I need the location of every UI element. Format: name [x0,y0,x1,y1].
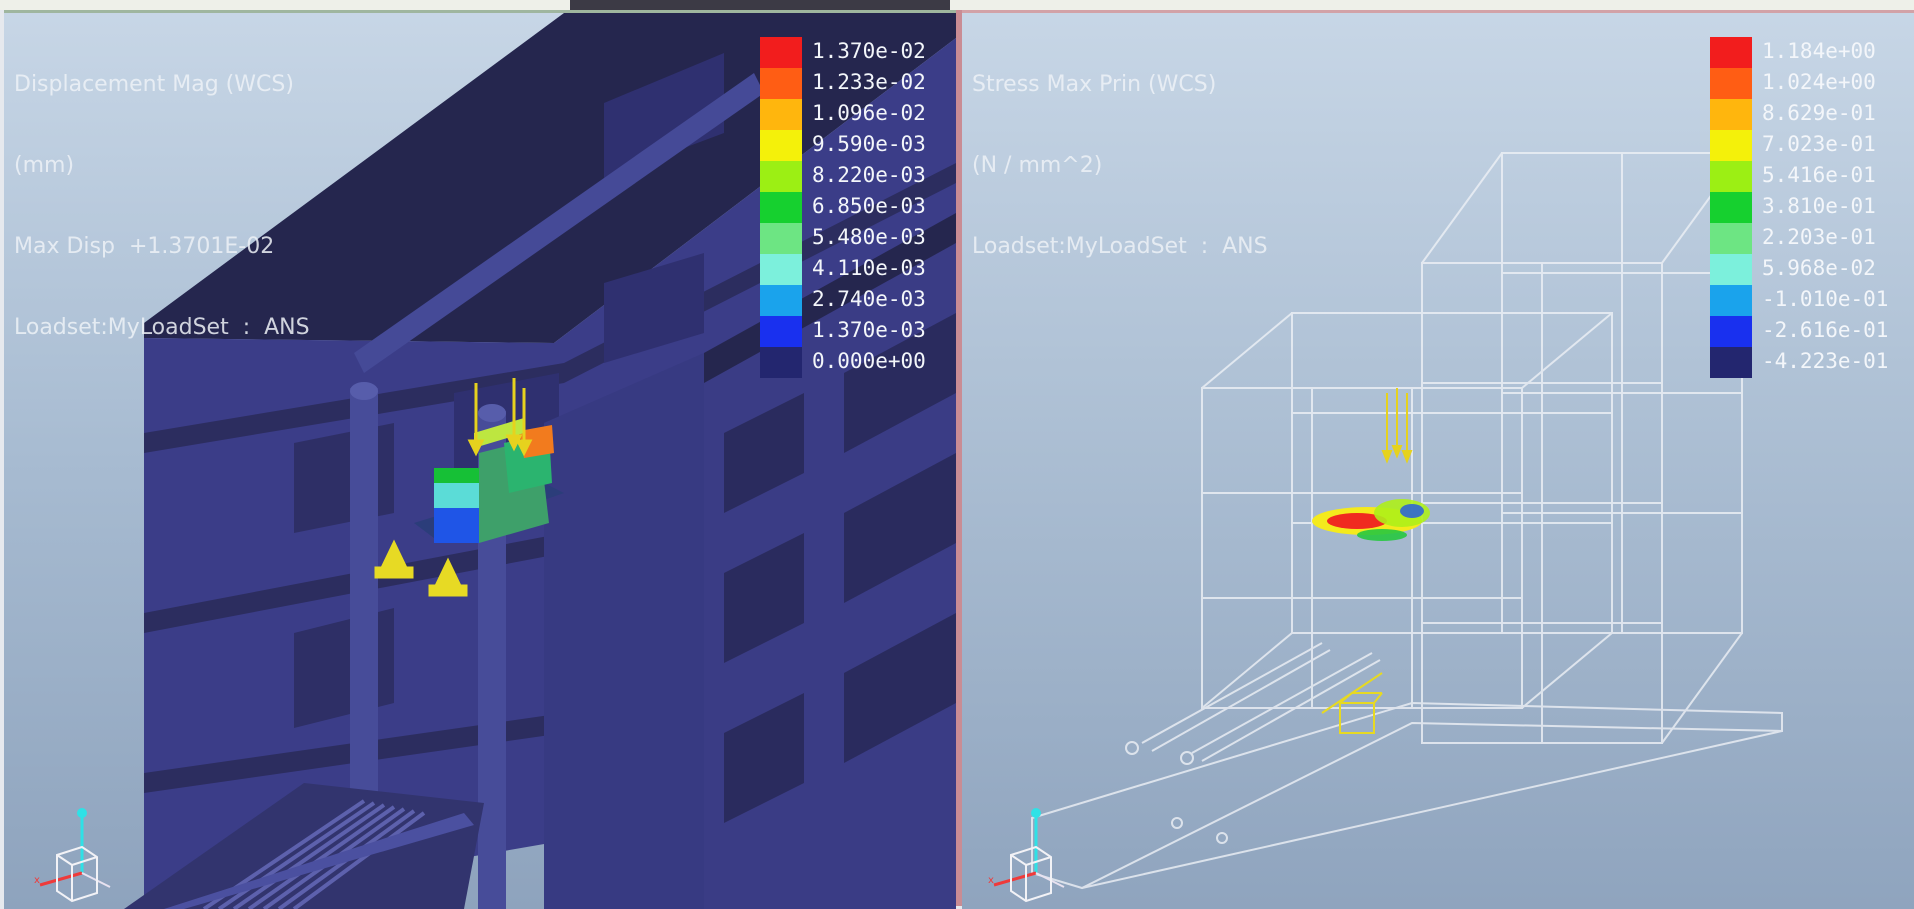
legend-swatch [1710,285,1752,316]
legend-label: 1.233e-02 [812,70,926,94]
legend-label: 2.203e-01 [1762,225,1876,249]
result-title: Displacement Mag (WCS) [14,72,294,97]
legend-label: 7.023e-01 [1762,132,1876,156]
legend-swatch [1710,347,1752,378]
legend-label: 5.416e-01 [1762,163,1876,187]
legend-swatch [760,285,802,316]
legend-swatch [760,37,802,68]
legend-swatch [1710,192,1752,223]
legend-swatch [760,347,802,378]
stress-hud: Stress Max Prin (WCS) (N / mm^2) Loadset… [972,17,1268,314]
legend-swatch [760,161,802,192]
legend-label: 5.480e-03 [812,225,926,249]
legend-label: 1.096e-02 [812,101,926,125]
legend-swatch [760,223,802,254]
legend-label: 8.220e-03 [812,163,926,187]
legend-label: 9.590e-03 [812,132,926,156]
legend-label: 1.370e-03 [812,318,926,342]
legend-label: 1.370e-02 [812,39,926,63]
result-units: (N / mm^2) [972,153,1103,178]
legend-label: 1.024e+00 [1762,70,1876,94]
legend-swatch [1710,37,1752,68]
legend-swatch [1710,254,1752,285]
legend-label: -2.616e-01 [1762,318,1889,342]
legend-swatch [1710,161,1752,192]
legend-swatch [760,316,802,347]
legend-label: -1.010e-01 [1762,287,1889,311]
legend-swatch [1710,99,1752,130]
legend-label: -4.223e-01 [1762,349,1889,373]
legend-swatch [1710,223,1752,254]
svg-text:x: x [988,875,994,886]
legend-swatch [1710,68,1752,99]
result-units: (mm) [14,153,75,178]
stress-viewport[interactable]: Stress Max Prin (WCS) (N / mm^2) Loadset… [962,10,1914,909]
legend-swatch [760,99,802,130]
legend-label: 8.629e-01 [1762,101,1876,125]
legend-label: 3.810e-01 [1762,194,1876,218]
legend-swatch [760,68,802,99]
coordinate-triad-icon: x [34,808,111,903]
legend-label: 4.110e-03 [812,256,926,280]
coordinate-triad-icon: x [988,808,1065,903]
window-top-strip [0,0,1914,10]
legend-swatch [1710,130,1752,161]
fem-results-window: Displacement Mag (WCS) (mm) Max Disp +1.… [0,0,1914,909]
displacement-viewport[interactable]: Displacement Mag (WCS) (mm) Max Disp +1.… [4,10,956,909]
loadset-label: Loadset:MyLoadSet : ANS [14,315,310,340]
legend-label: 0.000e+00 [812,349,926,373]
loadset-label: Loadset:MyLoadSet : ANS [972,234,1268,259]
legend-label: 1.184e+00 [1762,39,1876,63]
legend-label: 5.968e-02 [1762,256,1876,280]
legend-label: 2.740e-03 [812,287,926,311]
max-displacement: Max Disp +1.3701E-02 [14,234,275,259]
svg-text:x: x [34,875,40,886]
displacement-hud: Displacement Mag (WCS) (mm) Max Disp +1.… [14,17,310,395]
legend-swatch [760,254,802,285]
result-title: Stress Max Prin (WCS) [972,72,1217,97]
legend-label: 6.850e-03 [812,194,926,218]
legend-swatch [1710,316,1752,347]
legend-swatch [760,192,802,223]
legend-swatch [760,130,802,161]
